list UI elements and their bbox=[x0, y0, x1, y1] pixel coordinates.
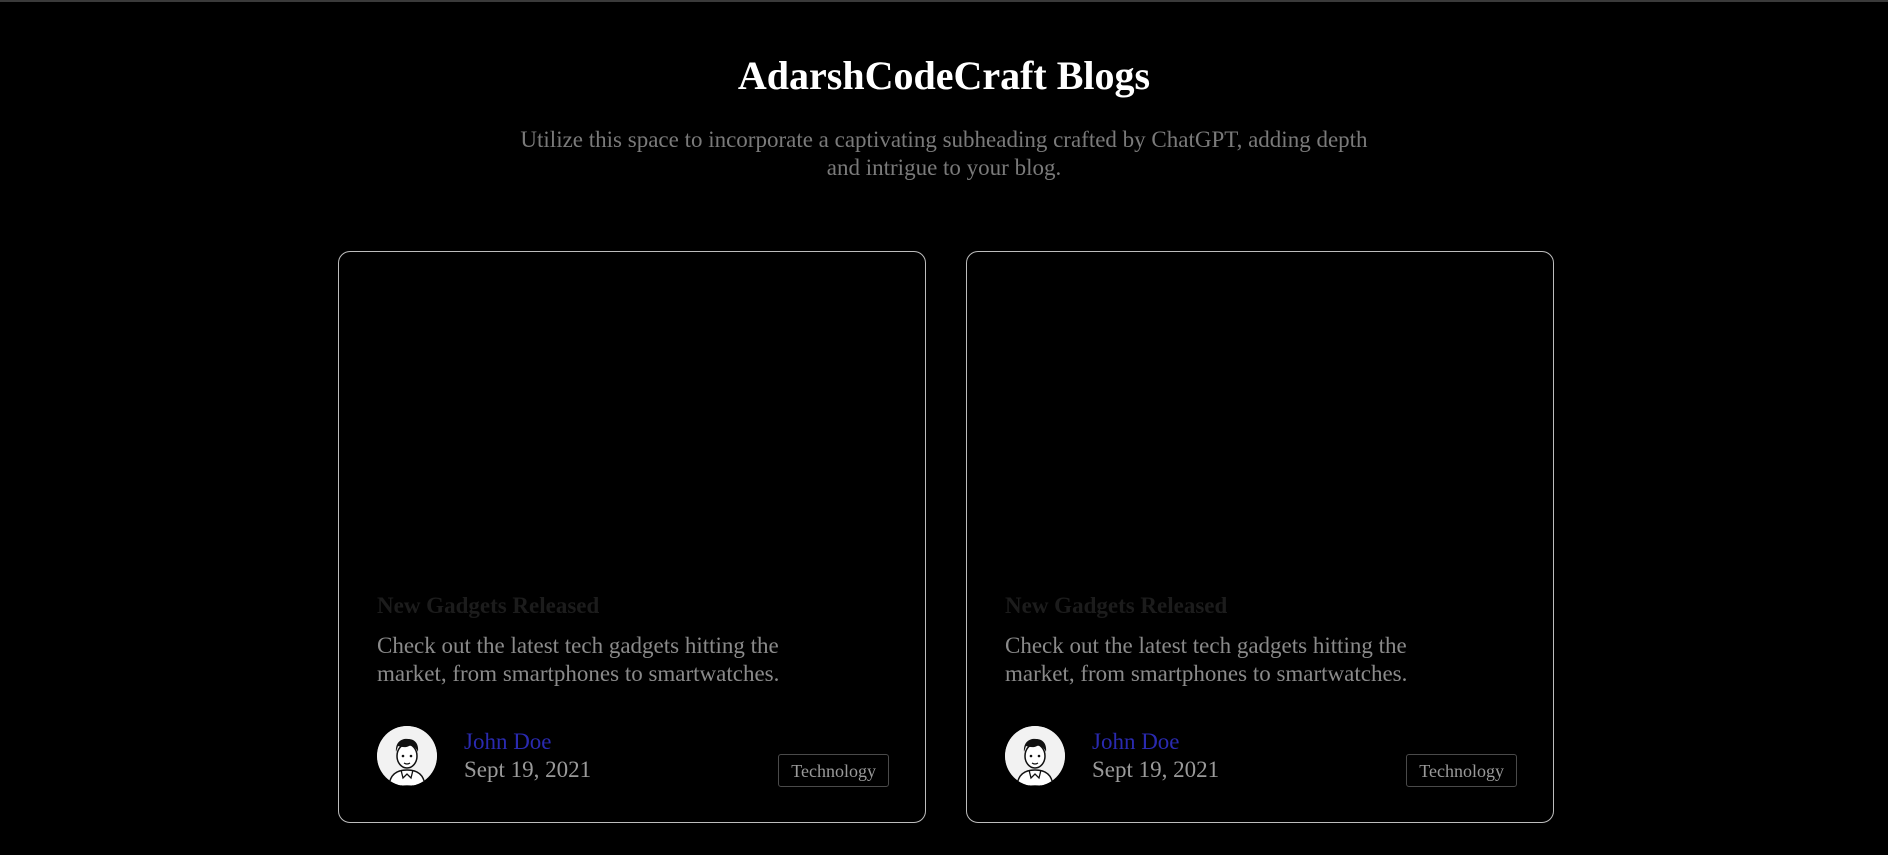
category-tag[interactable]: Technology bbox=[1406, 754, 1517, 787]
blog-card[interactable]: New Gadgets Released Check out the lates… bbox=[338, 251, 926, 823]
person-avatar-icon bbox=[377, 726, 437, 786]
blog-card-description: Check out the latest tech gadgets hittin… bbox=[1005, 633, 1408, 686]
blog-card-grid: New Gadgets Released Check out the lates… bbox=[338, 251, 1558, 825]
post-date: Sept 19, 2021 bbox=[464, 757, 592, 782]
author-link[interactable]: John Doe bbox=[1092, 728, 1180, 756]
page-subtitle: Utilize this space to incorporate a capt… bbox=[520, 127, 1368, 180]
blog-card-title[interactable]: New Gadgets Released bbox=[1005, 592, 1227, 620]
author-link[interactable]: John Doe bbox=[464, 728, 552, 756]
page-title: AdarshCodeCraft Blogs bbox=[737, 53, 1151, 98]
blog-card-title[interactable]: New Gadgets Released bbox=[377, 592, 599, 620]
blog-card[interactable]: New Gadgets Released Check out the lates… bbox=[966, 251, 1554, 823]
post-date: Sept 19, 2021 bbox=[1092, 757, 1220, 782]
category-tag[interactable]: Technology bbox=[778, 754, 889, 787]
blog-card-description: Check out the latest tech gadgets hittin… bbox=[377, 633, 780, 686]
top-divider bbox=[0, 0, 1888, 2]
person-avatar-icon bbox=[1005, 726, 1065, 786]
